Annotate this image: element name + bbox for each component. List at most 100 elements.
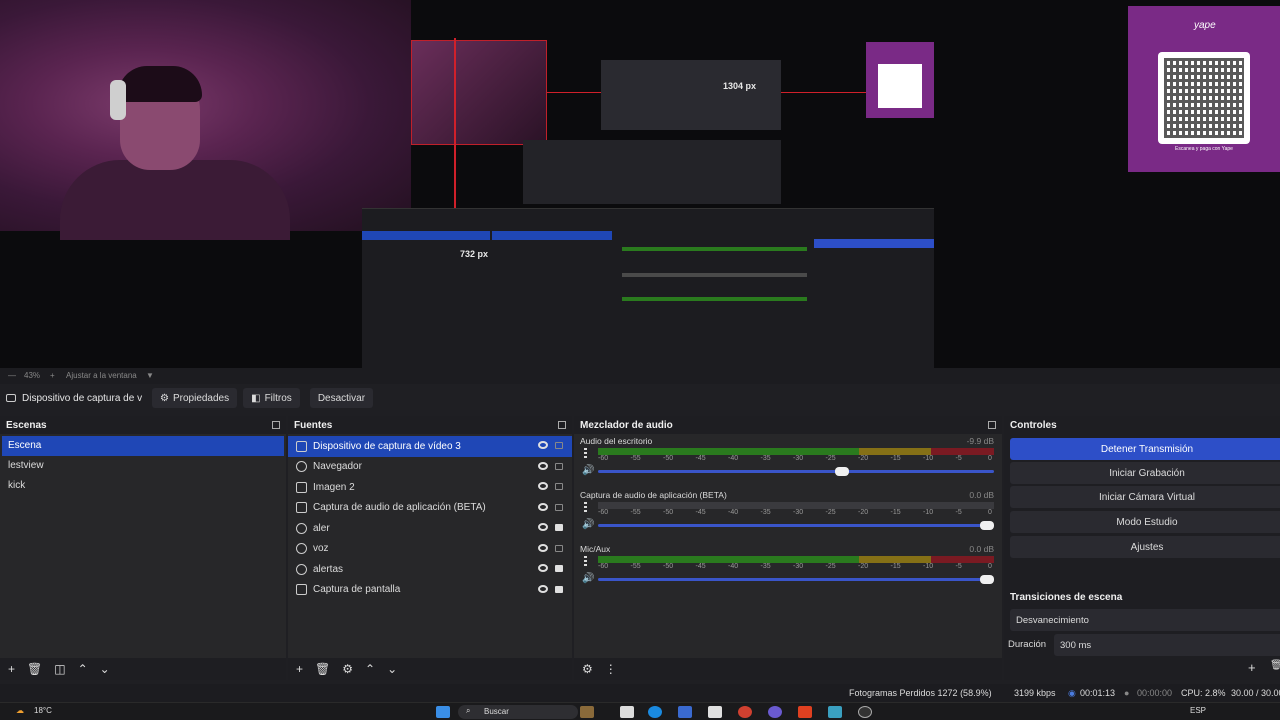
channel-menu-icon[interactable] bbox=[584, 556, 587, 566]
studio-mode-button[interactable]: Modo Estudio bbox=[1010, 511, 1280, 533]
source-item[interactable]: Navegador bbox=[288, 457, 572, 478]
eye-icon[interactable] bbox=[538, 502, 548, 511]
eye-icon[interactable] bbox=[538, 461, 548, 470]
volume-slider[interactable] bbox=[598, 521, 994, 530]
stop-stream-button[interactable]: Detener Transmisión bbox=[1010, 438, 1280, 460]
eye-icon[interactable] bbox=[538, 584, 548, 593]
app-icon[interactable] bbox=[828, 706, 842, 718]
lock-open-icon[interactable] bbox=[555, 462, 563, 470]
lock-icon[interactable] bbox=[555, 524, 563, 531]
preview-canvas[interactable]: 1304 px 732 px yape Escanea y paga con Y… bbox=[0, 0, 1280, 368]
volume-knob[interactable] bbox=[834, 467, 849, 476]
trash-icon[interactable]: 🗑 bbox=[27, 662, 42, 676]
chrome-icon[interactable] bbox=[738, 706, 752, 718]
channel-menu-icon[interactable] bbox=[584, 448, 587, 458]
weather-temp[interactable]: 18°C bbox=[34, 706, 52, 718]
undock-icon[interactable] bbox=[988, 421, 996, 429]
scale-tick: 0 bbox=[988, 509, 992, 516]
add-icon[interactable]: + bbox=[8, 662, 15, 676]
lock-open-icon[interactable] bbox=[555, 483, 563, 490]
scene-item[interactable]: Escena bbox=[2, 436, 284, 456]
scale-tick: -15 bbox=[890, 563, 901, 570]
undock-icon[interactable] bbox=[558, 421, 566, 429]
volume-slider[interactable] bbox=[598, 575, 994, 584]
yape-logo: yape bbox=[1194, 20, 1216, 31]
globe-icon bbox=[296, 522, 307, 534]
eye-icon[interactable] bbox=[538, 523, 548, 531]
mixer-toolbar: ⚙ ⋮ bbox=[574, 658, 1002, 680]
lock-icon[interactable] bbox=[555, 565, 563, 572]
lock-open-icon[interactable] bbox=[555, 544, 563, 552]
eye-icon[interactable] bbox=[538, 543, 548, 552]
mixer-channel: Mic/Aux 0.0 dB -60 -55 -50 -45 -40 -35 -30 -25-… bbox=[580, 544, 994, 598]
eye-icon[interactable] bbox=[538, 564, 548, 572]
trash-icon[interactable]: 🗑 bbox=[315, 662, 330, 676]
zoom-out-button[interactable]: — bbox=[8, 371, 16, 380]
app-icon[interactable] bbox=[678, 706, 692, 718]
speaker-icon[interactable]: 🔊 bbox=[582, 465, 594, 476]
windows-start-icon[interactable] bbox=[436, 706, 450, 718]
gear-icon[interactable]: ⚙ bbox=[582, 662, 593, 676]
fps: 30.00 / 30.00 FPS bbox=[1231, 688, 1280, 698]
scale-tick: -30 bbox=[793, 455, 804, 462]
volume-knob[interactable] bbox=[980, 521, 994, 530]
bitrate: 3199 kbps bbox=[1014, 688, 1056, 698]
source-item[interactable]: voz bbox=[288, 539, 572, 560]
app-icon[interactable] bbox=[708, 706, 722, 718]
scale-tick: -45 bbox=[695, 455, 706, 462]
taskbar-search[interactable]: Buscar bbox=[458, 705, 578, 719]
lock-icon[interactable] bbox=[555, 585, 563, 593]
volume-knob[interactable] bbox=[980, 575, 994, 584]
scene-item[interactable]: lestview bbox=[2, 456, 284, 476]
source-item[interactable]: Imagen 2 bbox=[288, 477, 572, 498]
language-indicator[interactable]: ESP bbox=[1190, 706, 1206, 718]
more-icon[interactable]: ⋮ bbox=[605, 662, 617, 676]
source-item[interactable]: Captura de pantalla bbox=[288, 580, 572, 601]
deactivate-button[interactable]: Desactivar bbox=[309, 388, 374, 408]
add-icon[interactable]: + bbox=[1248, 660, 1256, 675]
edge-icon[interactable] bbox=[648, 706, 662, 718]
scene-item[interactable]: kick bbox=[2, 476, 284, 496]
filters-button[interactable]: ◧ Filtros bbox=[243, 388, 300, 408]
move-down-icon[interactable]: ⌄ bbox=[100, 662, 110, 676]
duration-input[interactable]: 300 ms bbox=[1054, 634, 1280, 656]
app-icon[interactable] bbox=[580, 706, 594, 718]
speaker-icon[interactable]: 🔊 bbox=[582, 573, 594, 584]
source-item[interactable]: alertas bbox=[288, 559, 572, 580]
settings-button[interactable]: Ajustes bbox=[1010, 536, 1280, 558]
lock-open-icon[interactable] bbox=[555, 503, 563, 511]
source-item[interactable]: Captura de audio de aplicación (BETA) bbox=[288, 498, 572, 519]
brave-icon[interactable] bbox=[798, 706, 812, 718]
move-up-icon[interactable]: ⌃ bbox=[78, 662, 88, 676]
move-up-icon[interactable]: ⌃ bbox=[365, 662, 375, 676]
gear-icon[interactable]: ⚙ bbox=[342, 662, 353, 676]
transition-select[interactable]: Desvanecimiento bbox=[1010, 609, 1280, 631]
app-icon[interactable] bbox=[620, 706, 634, 718]
lock-open-icon[interactable] bbox=[555, 442, 563, 449]
channel-menu-icon[interactable] bbox=[584, 502, 587, 512]
nested-preview: 1304 px 732 px bbox=[362, 38, 934, 368]
weather-icon[interactable]: ☁ bbox=[16, 706, 24, 718]
discord-icon[interactable] bbox=[768, 706, 782, 718]
speaker-icon[interactable]: 🔊 bbox=[582, 519, 594, 530]
properties-button[interactable]: ⚙ Propiedades bbox=[152, 388, 238, 408]
trash-icon[interactable]: 🗑 bbox=[1270, 660, 1280, 671]
undock-icon[interactable] bbox=[272, 421, 280, 429]
eye-icon[interactable] bbox=[538, 482, 548, 490]
zoom-in-button[interactable]: + bbox=[50, 371, 55, 380]
obs-icon[interactable] bbox=[858, 706, 872, 718]
start-recording-button[interactable]: Iniciar Grabación bbox=[1010, 462, 1280, 484]
volume-slider[interactable] bbox=[598, 467, 994, 476]
scene-filter-icon[interactable]: ◫ bbox=[54, 662, 65, 676]
source-item[interactable]: Dispositivo de captura de vídeo 3 bbox=[288, 436, 572, 457]
source-item[interactable]: aler bbox=[288, 518, 572, 539]
chevron-down-icon[interactable]: ▼ bbox=[146, 371, 154, 380]
cpu-usage: CPU: 2.8% bbox=[1181, 688, 1226, 698]
scale-tick: -55 bbox=[630, 455, 641, 462]
fit-window-label[interactable]: Ajustar a la ventana bbox=[66, 371, 137, 380]
start-virtual-camera-button[interactable]: Iniciar Cámara Virtual bbox=[1010, 486, 1280, 508]
eye-icon[interactable] bbox=[538, 441, 548, 449]
add-icon[interactable]: + bbox=[296, 662, 303, 676]
qr-overlay-small bbox=[866, 42, 934, 118]
move-down-icon[interactable]: ⌄ bbox=[387, 662, 397, 676]
